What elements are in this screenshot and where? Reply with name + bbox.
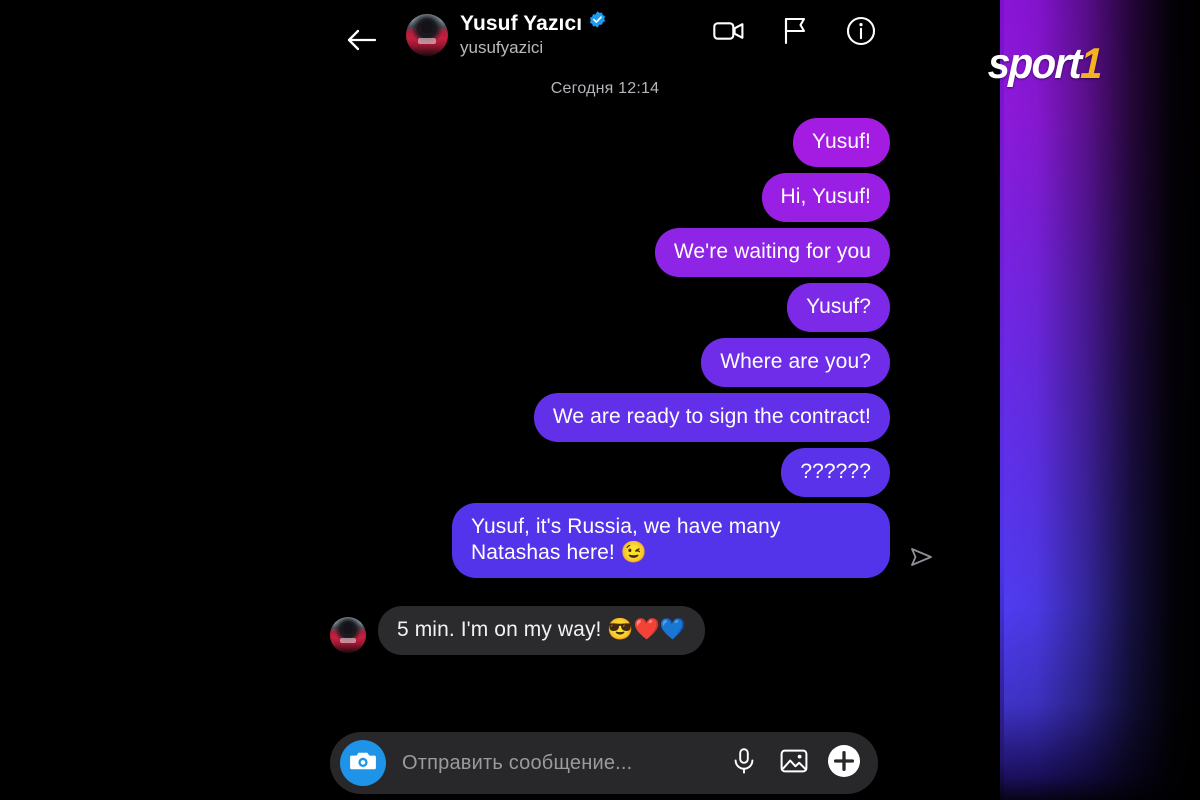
avatar-image: [406, 14, 448, 56]
message-bubble-outgoing[interactable]: Yusuf?: [787, 283, 890, 332]
video-camera-icon: [713, 19, 745, 48]
message-gap: [320, 584, 890, 606]
flag-icon: [782, 17, 808, 50]
add-button[interactable]: [826, 744, 862, 783]
message-bubble-outgoing[interactable]: We are ready to sign the contract!: [533, 393, 890, 442]
message-bubble-outgoing[interactable]: We're waiting for you: [654, 228, 890, 277]
message-list: Yusuf! Hi, Yusuf! We're waiting for you …: [320, 118, 932, 661]
avatar-jersey-badge: [340, 637, 356, 643]
message-bubble-incoming[interactable]: 5 min. I'm on my way! 😎❤️💙: [378, 606, 706, 655]
header-handle: yusufyazici: [460, 38, 544, 57]
send-arrow-icon[interactable]: [906, 542, 936, 572]
sport1-logo-accent: 1: [1079, 40, 1103, 88]
message-row: Yusuf?: [320, 283, 900, 332]
back-button[interactable]: [340, 20, 384, 60]
info-circle-icon: [846, 16, 876, 51]
avatar-image: [330, 617, 366, 653]
message-row: Yusuf, it's Russia, we have many Natasha…: [320, 503, 948, 578]
header-avatar[interactable]: [406, 14, 448, 56]
chat-screen: Yusuf Yazıcı yusufyazici Сегодня 12:14 Y…: [320, 0, 932, 800]
message-input[interactable]: [400, 750, 712, 776]
camera-icon: [349, 748, 377, 779]
header-identity: Yusuf Yazıcı yusufyazici: [460, 11, 680, 59]
day-timestamp: Сегодня 12:14: [550, 80, 660, 97]
message-row: 5 min. I'm on my way! 😎❤️💙: [320, 606, 900, 655]
video-call-button[interactable]: [712, 16, 746, 50]
message-avatar[interactable]: [330, 617, 366, 653]
sport1-logo: sport1: [987, 40, 1103, 88]
mic-button[interactable]: [726, 745, 762, 781]
image-icon: [780, 747, 808, 780]
info-button[interactable]: [844, 16, 878, 50]
message-composer: [330, 732, 878, 794]
verified-badge-icon: [588, 10, 607, 34]
message-bubble-outgoing[interactable]: Where are you?: [701, 338, 890, 387]
avatar-jersey-badge: [417, 38, 437, 44]
message-row: Hi, Yusuf!: [320, 173, 900, 222]
message-bubble-outgoing[interactable]: ??????: [781, 448, 890, 497]
back-arrow-icon: [347, 28, 377, 52]
message-row: ??????: [320, 448, 900, 497]
message-bubble-outgoing[interactable]: Yusuf, it's Russia, we have many Natasha…: [452, 503, 890, 578]
chat-header: Yusuf Yazıcı yusufyazici: [320, 0, 890, 78]
avatar-head-shape: [342, 622, 354, 634]
plus-circle-icon: [827, 744, 861, 783]
screenshot-root: sport1 Yusuf Yazıcı yusufyazici Сегодня …: [0, 0, 1200, 800]
message-bubble-outgoing[interactable]: Hi, Yusuf!: [761, 173, 890, 222]
message-row: We are ready to sign the contract!: [320, 393, 900, 442]
microphone-icon: [731, 747, 757, 780]
avatar-head-shape: [421, 20, 433, 34]
message-bubble-outgoing[interactable]: Yusuf!: [793, 118, 890, 167]
brand-band-edge: [1000, 0, 1004, 800]
message-row: Yusuf!: [320, 118, 900, 167]
camera-button[interactable]: [340, 740, 386, 786]
message-row: Where are you?: [320, 338, 900, 387]
gallery-button[interactable]: [776, 745, 812, 781]
page-title: Yusuf Yazıcı: [460, 12, 583, 35]
sport1-brand-band: [1000, 0, 1200, 800]
sport1-logo-text: sport: [987, 40, 1082, 88]
message-row: We're waiting for you: [320, 228, 900, 277]
flag-button[interactable]: [778, 16, 812, 50]
header-actions: [712, 16, 878, 50]
